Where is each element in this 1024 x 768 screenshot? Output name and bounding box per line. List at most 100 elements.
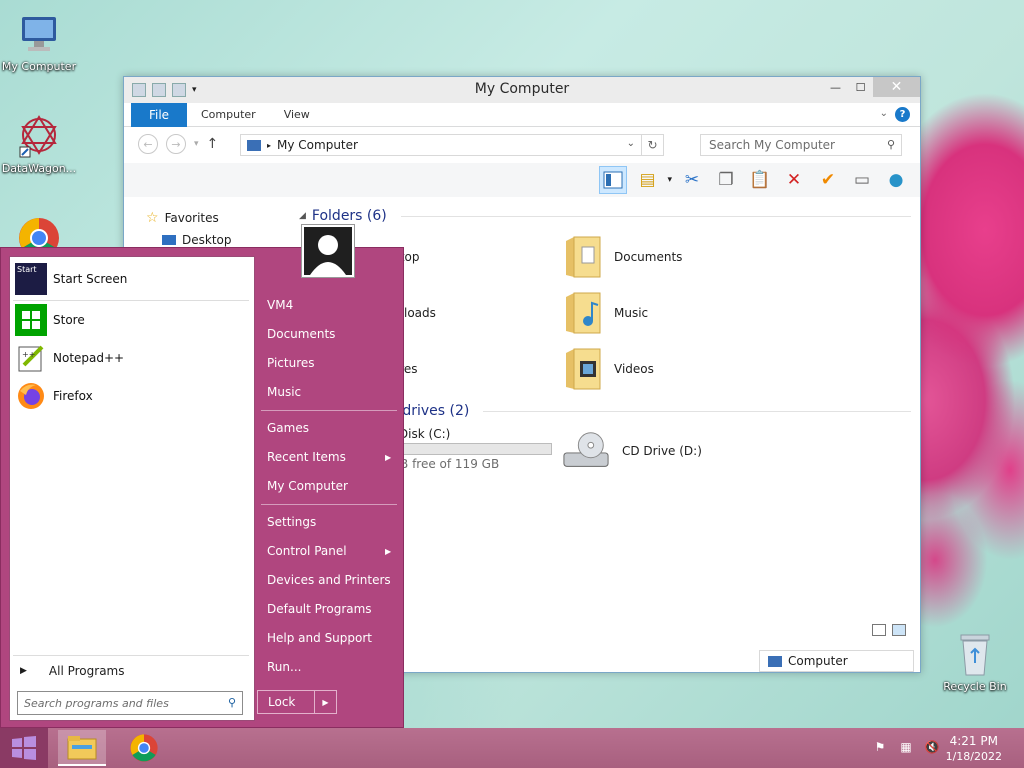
all-programs-button[interactable]: ▶ All Programs [20, 664, 125, 678]
check-icon[interactable]: ✔ [814, 166, 842, 194]
datawagon-icon [15, 112, 63, 160]
search-icon[interactable]: ⚲ [228, 696, 236, 709]
cd-drive-icon [563, 432, 609, 467]
network-icon[interactable]: ▦ [898, 740, 914, 754]
search-icon[interactable]: ⚲ [887, 138, 895, 151]
minimize-button[interactable]: — [823, 77, 848, 97]
search-input[interactable]: Search My Computer ⚲ [700, 134, 902, 156]
start-link-devices-printers[interactable]: Devices and Printers [267, 573, 391, 587]
preview-pane-button[interactable] [599, 166, 628, 194]
windows-logo-icon [12, 736, 36, 760]
start-link-my-computer[interactable]: My Computer [267, 479, 348, 493]
folder-music-icon [566, 292, 601, 334]
view-buttons [872, 624, 906, 636]
desktop-icon-label: DataWagon... [1, 162, 77, 175]
start-link-games[interactable]: Games [267, 421, 309, 435]
start-button[interactable] [0, 728, 48, 768]
start-link-default-programs[interactable]: Default Programs [267, 602, 372, 616]
taskbar-file-explorer[interactable] [58, 730, 106, 766]
help-icon[interactable]: ? [895, 107, 910, 122]
cut-icon[interactable]: ✂ [678, 166, 706, 194]
group-folders-label: Folders (6) [311, 208, 387, 224]
start-search-input[interactable]: Search programs and files ⚲ [17, 691, 243, 715]
start-item-label: Start Screen [53, 272, 128, 286]
delete-icon[interactable]: ✕ [780, 166, 808, 194]
breadcrumb-separator-icon[interactable]: ▸ [267, 141, 271, 150]
network-globe-icon[interactable]: ● [882, 166, 910, 194]
up-button[interactable]: ↑ [207, 136, 219, 152]
start-link-recent-items[interactable]: Recent Items [267, 450, 346, 464]
start-link-music[interactable]: Music [267, 385, 301, 399]
tab-computer[interactable]: Computer [187, 108, 270, 121]
start-item-label: Firefox [53, 389, 93, 403]
start-item-store[interactable]: Store [15, 304, 85, 336]
tab-view[interactable]: View [270, 108, 324, 121]
start-search-placeholder: Search programs and files [24, 696, 169, 710]
start-item-start-screen[interactable]: Start Start Screen [15, 263, 127, 295]
ribbon-tabs: File Computer View ⌄ ? [124, 102, 920, 127]
taskbar-clock[interactable]: 4:21 PM 1/18/2022 [946, 733, 1002, 765]
details-view-icon[interactable] [872, 624, 886, 636]
command-toolbar: ▤ ▾ ✂ ❐ 📋 ✕ ✔ ▭ ● [124, 163, 920, 197]
start-link-control-panel[interactable]: Control Panel [267, 544, 347, 558]
nav-favorites-label: Favorites [164, 211, 219, 225]
drive-item-d[interactable]: CD Drive (D:) [562, 429, 702, 473]
rename-icon[interactable]: ▭ [848, 166, 876, 194]
collapse-icon[interactable]: ◢ [299, 211, 306, 221]
copy-icon[interactable]: ❐ [712, 166, 740, 194]
computer-icon [15, 10, 63, 58]
start-item-notepadpp[interactable]: ++ Notepad++ [15, 342, 124, 374]
start-screen-icon: Start [15, 263, 47, 295]
volume-muted-icon[interactable]: 🔇 [924, 740, 940, 754]
file-explorer-icon [67, 736, 97, 760]
folder-item[interactable]: Documents [564, 235, 682, 279]
folder-item[interactable]: Videos [564, 347, 654, 391]
desktop-icon-recycle-bin[interactable]: Recycle Bin [937, 630, 1013, 693]
forward-button[interactable]: → [166, 134, 186, 154]
address-bar[interactable]: ▸ My Computer ⌄ ↻ [240, 134, 664, 156]
folder-item[interactable]: Music [564, 291, 648, 335]
start-item-firefox[interactable]: Firefox [15, 380, 93, 412]
desktop-icon-my-computer[interactable]: My Computer [1, 10, 77, 73]
content-pane: ◢ Folders (6) [299, 207, 911, 225]
user-avatar-icon [304, 227, 352, 275]
close-button[interactable]: ✕ [873, 77, 920, 97]
action-center-flag-icon[interactable]: ⚑ [872, 740, 888, 754]
recent-locations-icon[interactable]: ▾ [194, 139, 199, 149]
folder-label: Music [614, 306, 649, 320]
firefox-icon [15, 380, 47, 412]
window-titlebar[interactable]: ▾ My Computer — ☐ ✕ [124, 77, 920, 103]
nav-desktop-label: Desktop [182, 233, 232, 247]
desktop-icon-label: My Computer [1, 60, 77, 73]
large-icons-view-icon[interactable] [892, 624, 906, 636]
layout-button[interactable]: ▤ [633, 166, 661, 194]
maximize-button[interactable]: ☐ [848, 77, 873, 97]
start-menu-places-pane: VM4 Documents Pictures Music Games Recen… [259, 248, 403, 727]
paste-icon[interactable]: 📋 [746, 166, 774, 194]
start-link-run[interactable]: Run... [267, 660, 301, 674]
back-button[interactable]: ← [138, 134, 158, 154]
user-picture[interactable] [301, 224, 355, 278]
start-link-user[interactable]: VM4 [267, 298, 293, 312]
taskbar-chrome[interactable] [120, 730, 168, 766]
group-folders-header[interactable]: ◢ Folders (6) [299, 207, 911, 225]
taskbar: ⚑ ▦ 🔇 4:21 PM 1/18/2022 [0, 728, 1024, 768]
start-link-pictures[interactable]: Pictures [267, 356, 315, 370]
folder-documents-icon [566, 236, 601, 278]
svg-text:++: ++ [22, 350, 35, 359]
lock-button[interactable]: Lock ▶ [257, 690, 337, 714]
layout-dropdown-icon[interactable]: ▾ [667, 175, 672, 185]
address-dropdown-icon[interactable]: ⌄ [627, 138, 635, 149]
chrome-icon [130, 734, 158, 762]
tab-file[interactable]: File [131, 102, 187, 127]
lock-label: Lock [268, 695, 296, 709]
lock-options-arrow-icon[interactable]: ▶ [314, 691, 336, 713]
desktop-icon-datawagon[interactable]: DataWagon... [1, 112, 77, 175]
start-link-documents[interactable]: Documents [267, 327, 335, 341]
start-link-help-support[interactable]: Help and Support [267, 631, 372, 645]
ribbon-expand-icon[interactable]: ⌄ [880, 108, 888, 119]
folder-label: Documents [614, 250, 683, 264]
start-link-settings[interactable]: Settings [267, 515, 316, 529]
refresh-button[interactable]: ↻ [641, 135, 663, 155]
nav-favorites[interactable]: ☆ Favorites [146, 207, 232, 229]
